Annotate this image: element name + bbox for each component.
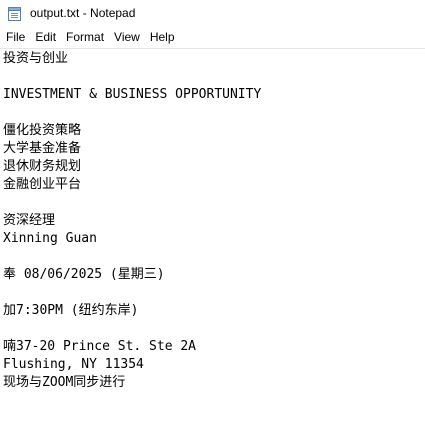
text-line — [3, 194, 425, 212]
menu-help[interactable]: Help — [145, 27, 180, 48]
text-line: 喃37-20 Prince St. Ste 2A — [3, 339, 197, 354]
text-line: INVESTMENT & BUSINESS OPPORTUNITY — [3, 87, 262, 102]
menu-file[interactable]: File — [1, 27, 30, 48]
text-line: 大学基金准备 — [3, 141, 82, 156]
text-editor[interactable]: 投资与创业 INVESTMENT & BUSINESS OPPORTUNITY … — [0, 48, 425, 434]
text-line: 奉 08/06/2025 (星期三) — [3, 267, 165, 282]
text-line: 金融创业平台 — [3, 177, 82, 192]
menu-view[interactable]: View — [109, 27, 145, 48]
menu-edit[interactable]: Edit — [30, 27, 61, 48]
text-line: 资深经理 — [3, 213, 56, 228]
text-line: Xinning Guan — [3, 231, 97, 246]
text-line: 退休财务规划 — [3, 159, 82, 174]
menu-format[interactable]: Format — [61, 27, 109, 48]
text-line — [3, 248, 425, 266]
text-line — [3, 68, 425, 86]
title-bar: output.txt - Notepad — [0, 0, 425, 27]
text-line: Flushing, NY 11354 — [3, 357, 144, 372]
menu-bar: File Edit Format View Help — [0, 27, 425, 48]
text-line — [3, 320, 425, 338]
text-line — [3, 104, 425, 122]
text-line: 加7:30PM (纽约东岸) — [3, 303, 139, 318]
window-title: output.txt - Notepad — [30, 6, 136, 20]
text-line: 现场与ZOOM同步进行 — [3, 375, 126, 390]
notepad-icon — [8, 6, 21, 21]
text-line: 僵化投资策略 — [3, 123, 82, 138]
text-line: 投资与创业 — [3, 51, 69, 66]
text-line — [3, 284, 425, 302]
